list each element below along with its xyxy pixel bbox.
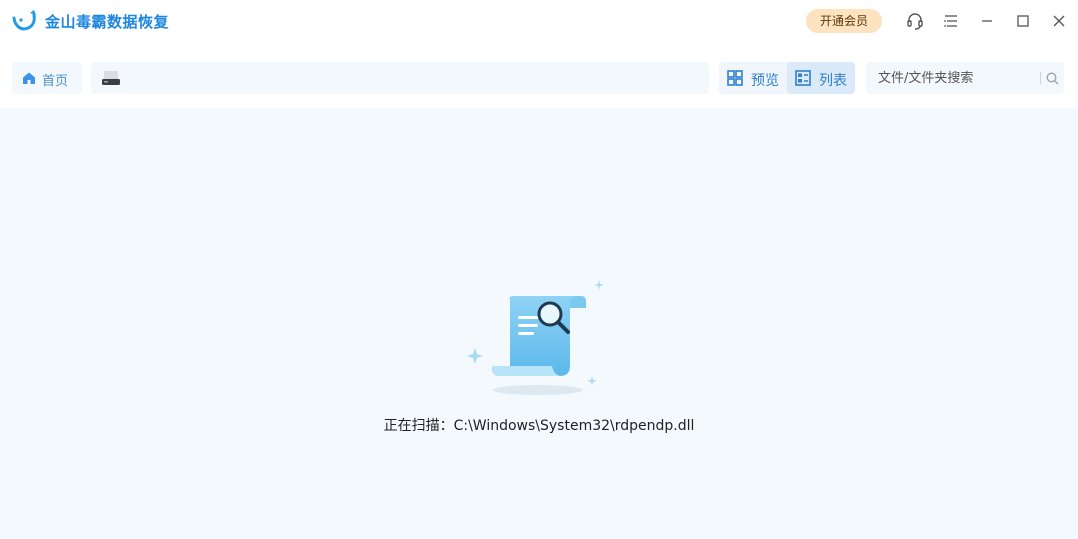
view-list-label: 列表 [819,73,847,89]
close-icon[interactable] [1049,11,1069,31]
headset-icon[interactable] [905,11,925,31]
menu-icon[interactable] [941,11,961,31]
drive-icon [102,71,120,85]
toolbar: 首页 预览 列表 [0,60,1078,96]
search-separator [1040,72,1041,84]
home-button[interactable]: 首页 [12,62,82,94]
search-icon[interactable] [1046,72,1059,85]
grid-icon [727,70,743,86]
path-bar[interactable] [91,62,709,94]
scan-status-text: 正在扫描：C:\Windows\System32\rdpendp.dll [383,418,695,434]
view-switcher: 预览 列表 [719,62,855,94]
search-box [866,62,1064,94]
app-title: 金山毒霸数据恢复 [45,13,170,31]
document-magnifier-icon [467,280,604,395]
home-icon [23,72,35,84]
kingsoft-logo-icon [12,10,36,31]
minimize-icon[interactable] [977,11,997,31]
home-label: 首页 [42,74,69,89]
vip-button[interactable]: 开通会员 [806,9,882,33]
list-view-icon [795,70,811,86]
view-preview-button[interactable]: 预览 [719,62,787,94]
search-input[interactable] [866,62,1036,94]
maximize-icon[interactable] [1013,11,1033,31]
scan-content-area: 正在扫描：C:\Windows\System32\rdpendp.dll [0,108,1078,539]
view-list-button[interactable]: 列表 [787,62,855,94]
title-bar: 金山毒霸数据恢复 开通会员 [0,0,1078,42]
view-preview-label: 预览 [751,73,779,89]
